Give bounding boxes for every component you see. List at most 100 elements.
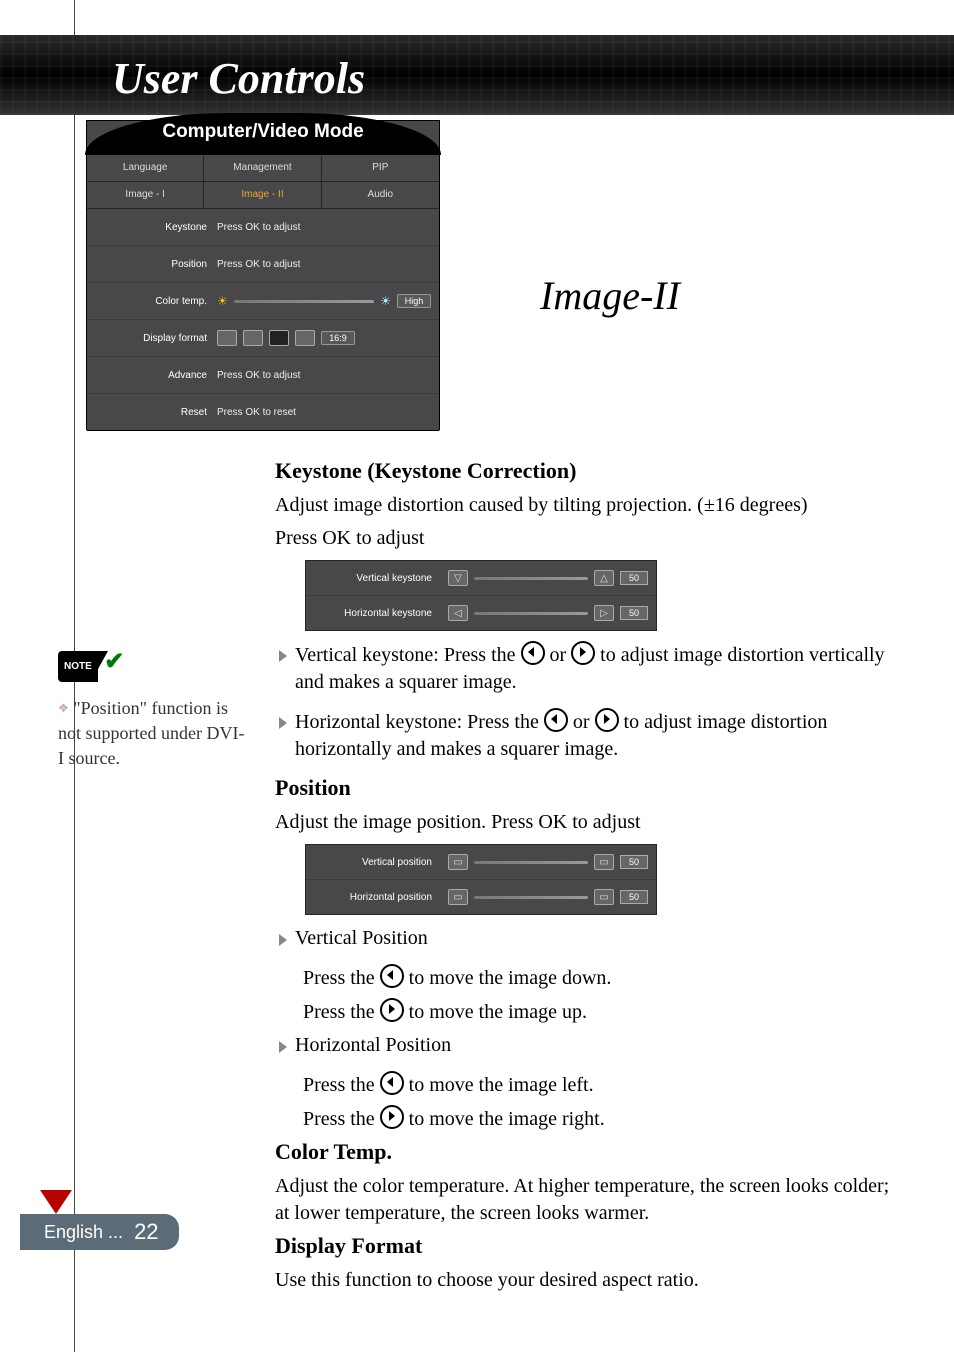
- aspect-ratio-icon: [243, 330, 263, 346]
- osd-label: Display format: [87, 333, 217, 344]
- left-arrow-icon: [521, 641, 545, 665]
- bullet-text: Vertical Position: [295, 925, 428, 952]
- osd-label: Reset: [87, 407, 217, 418]
- osd-tab-audio[interactable]: Audio: [322, 182, 439, 208]
- panel-row: Horizontal keystone ◁ ▷ 50: [306, 596, 656, 630]
- osd-value: Press OK to adjust: [217, 259, 439, 270]
- move-up-icon: ▭: [594, 854, 614, 870]
- bullet-vertical-position: Vertical Position: [279, 925, 904, 958]
- section-title: Image-II: [540, 272, 680, 319]
- footer-language: English ...: [44, 1222, 123, 1242]
- note-tag-icon: NOTE: [58, 651, 98, 682]
- text: Press OK to adjust: [275, 525, 904, 552]
- bullet-text: Horizontal keystone: Press the or to adj…: [295, 708, 904, 763]
- keystone-panel: Vertical keystone ▽ △ 50 Horizontal keys…: [305, 560, 657, 631]
- panel-label: Vertical keystone: [306, 573, 440, 584]
- trapezoid-up-icon: △: [594, 570, 614, 586]
- right-arrow-icon: [380, 1105, 404, 1129]
- page-footer: English ... 22: [20, 1214, 179, 1250]
- move-right-icon: ▭: [594, 889, 614, 905]
- panel-label: Horizontal position: [306, 892, 440, 903]
- osd-tab-image2[interactable]: Image - II: [204, 182, 321, 208]
- osd-tab-management[interactable]: Management: [204, 155, 321, 181]
- osd-tab-language[interactable]: Language: [87, 155, 204, 181]
- osd-item-position[interactable]: Position Press OK to adjust: [87, 246, 439, 283]
- move-down-icon: ▭: [448, 854, 468, 870]
- bullet-text: Horizontal Position: [295, 1032, 451, 1059]
- panel-value: 50: [620, 890, 648, 904]
- slider-icon: [474, 577, 588, 580]
- slider-icon: [474, 612, 588, 615]
- osd-value: 16:9: [217, 330, 439, 346]
- diamond-icon: ❖: [58, 701, 69, 715]
- bullet-icon: [279, 650, 287, 662]
- bullet-text: Vertical keystone: Press the or to adjus…: [295, 641, 904, 696]
- bullet-vertical-keystone: Vertical keystone: Press the or to adjus…: [279, 641, 904, 702]
- position-panel: Vertical position ▭ ▭ 50 Horizontal posi…: [305, 844, 657, 915]
- osd-chip-value: 16:9: [321, 331, 355, 345]
- bullet-icon: [279, 1041, 287, 1053]
- right-arrow-icon: [571, 641, 595, 665]
- left-arrow-icon: [380, 1071, 404, 1095]
- osd-item-advance[interactable]: Advance Press OK to adjust: [87, 357, 439, 394]
- text: Use this function to choose your desired…: [275, 1267, 904, 1294]
- osd-tabs-row2: Image - I Image - II Audio: [87, 182, 439, 209]
- bullet-icon: [279, 717, 287, 729]
- osd-label: Color temp.: [87, 296, 217, 307]
- osd-item-colortemp[interactable]: Color temp. ☀ ☀ High: [87, 283, 439, 320]
- osd-label: Advance: [87, 370, 217, 381]
- osd-item-reset[interactable]: Reset Press OK to reset: [87, 394, 439, 430]
- text: Press the to move the image right.: [303, 1105, 904, 1133]
- text: Adjust the image position. Press OK to a…: [275, 809, 904, 836]
- panel-value: 50: [620, 606, 648, 620]
- text: Adjust the color temperature. At higher …: [275, 1173, 904, 1227]
- osd-value: Press OK to adjust: [217, 222, 439, 233]
- osd-value: Press OK to adjust: [217, 370, 439, 381]
- panel-value: 50: [620, 571, 648, 585]
- panel-body: ▽ △ 50: [440, 570, 656, 586]
- trapezoid-left-icon: ◁: [448, 605, 468, 621]
- osd-value: ☀ ☀ High: [217, 294, 439, 308]
- panel-row: Vertical position ▭ ▭ 50: [306, 845, 656, 880]
- osd-label: Position: [87, 259, 217, 270]
- osd-mode-header: Computer/Video Mode: [85, 113, 441, 155]
- panel-row: Horizontal position ▭ ▭ 50: [306, 880, 656, 914]
- page: User Controls Computer/Video Mode Langua…: [0, 0, 954, 1352]
- text: Adjust image distortion caused by tiltin…: [275, 492, 904, 519]
- text: Press the to move the image up.: [303, 998, 904, 1026]
- slider-icon: [234, 300, 374, 303]
- right-arrow-icon: [595, 708, 619, 732]
- move-left-icon: ▭: [448, 889, 468, 905]
- panel-value: 50: [620, 855, 648, 869]
- osd-chip-value: High: [397, 294, 431, 308]
- panel-body: ◁ ▷ 50: [440, 605, 656, 621]
- heading-colortemp: Color Temp.: [275, 1139, 904, 1165]
- osd-item-keystone[interactable]: Keystone Press OK to adjust: [87, 209, 439, 246]
- trapezoid-down-icon: ▽: [448, 570, 468, 586]
- sun-cool-icon: ☀: [380, 294, 391, 308]
- content-column: Keystone (Keystone Correction) Adjust im…: [275, 458, 904, 1300]
- panel-label: Vertical position: [306, 857, 440, 868]
- heading-keystone: Keystone (Keystone Correction): [275, 458, 904, 484]
- sun-warm-icon: ☀: [217, 294, 228, 308]
- aspect-ratio-icon: [295, 330, 315, 346]
- heading-position: Position: [275, 775, 904, 801]
- note-box: NOTE ✔ ❖ "Position" function is not supp…: [58, 650, 248, 771]
- osd-tabs-row1: Language Management PIP: [87, 155, 439, 182]
- osd-value: Press OK to reset: [217, 407, 439, 418]
- continuation-triangle-icon: [40, 1190, 72, 1214]
- banner-grid-decor: [0, 35, 954, 115]
- page-number: 22: [128, 1219, 158, 1244]
- trapezoid-right-icon: ▷: [594, 605, 614, 621]
- aspect-ratio-icon: [217, 330, 237, 346]
- left-arrow-icon: [544, 708, 568, 732]
- osd-item-displayformat[interactable]: Display format 16:9: [87, 320, 439, 357]
- left-arrow-icon: [380, 964, 404, 988]
- bullet-horizontal-keystone: Horizontal keystone: Press the or to adj…: [279, 708, 904, 769]
- note-text: "Position" function is not supported und…: [58, 698, 244, 768]
- osd-tab-image1[interactable]: Image - I: [87, 182, 204, 208]
- heading-displayformat: Display Format: [275, 1233, 904, 1259]
- panel-body: ▭ ▭ 50: [440, 889, 656, 905]
- osd-tab-pip[interactable]: PIP: [322, 155, 439, 181]
- banner: User Controls: [0, 35, 954, 115]
